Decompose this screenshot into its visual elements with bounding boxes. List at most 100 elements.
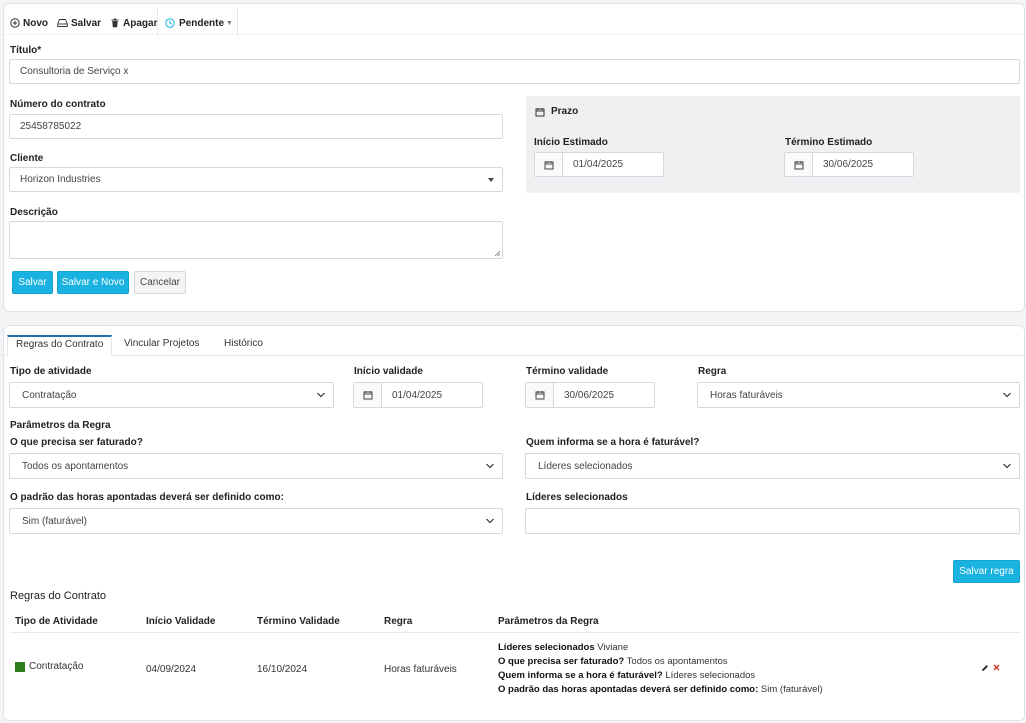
param-label: Quem informa se a hora é faturável? (498, 670, 663, 681)
table-header-divider (10, 632, 1020, 633)
activity-color-swatch (15, 661, 25, 672)
chevron-down-icon (486, 518, 494, 524)
who-informs-label: Quem informa se a hora é faturável? (526, 437, 700, 448)
col-header-params: Parâmetros da Regra (498, 616, 599, 627)
save-button[interactable]: Salvar (12, 271, 53, 294)
contract-form-card: Novo Salvar Apagar Pendente ▼ Título* Co… (3, 3, 1025, 312)
param-label: Líderes selecionados (498, 642, 595, 653)
edit-pencil-icon[interactable] (981, 664, 989, 672)
selected-leaders-input[interactable] (525, 508, 1020, 534)
caret-down-icon (488, 177, 494, 182)
what-billed-value: Todos os apontamentos (22, 460, 129, 472)
resize-handle-icon[interactable] (494, 250, 500, 256)
save-rule-button[interactable]: Salvar regra (953, 560, 1020, 583)
selected-leaders-label: Líderes selecionados (526, 492, 628, 503)
tab-history[interactable]: Histórico (224, 338, 263, 359)
chevron-down-icon (1003, 392, 1011, 398)
default-hours-select[interactable]: Sim (faturável) (9, 508, 503, 534)
title-input[interactable]: Consultoria de Serviço x (9, 59, 1020, 84)
col-header-start: Início Validade (146, 616, 216, 627)
tab-link-projects[interactable]: Vincular Projetos (124, 338, 199, 359)
validity-start-value: 01/04/2025 (392, 389, 443, 401)
activity-type-value: Contratação (22, 389, 77, 401)
contract-number-label: Número do contrato (10, 99, 106, 110)
calendar-icon[interactable] (785, 153, 813, 176)
rule-value: Horas faturáveis (710, 389, 783, 401)
who-informs-value: Líderes selecionados (538, 460, 633, 472)
status-label: Pendente (179, 17, 225, 29)
param-line: Líderes selecionados Viviane (498, 642, 628, 653)
param-value: Líderes selecionados (665, 670, 756, 681)
param-label: O padrão das horas apontadas deverá ser … (498, 684, 759, 695)
plus-circle-icon (10, 18, 20, 28)
deadline-title: Prazo (535, 106, 578, 117)
clock-icon (165, 18, 175, 28)
description-textarea[interactable] (9, 221, 503, 259)
chevron-down-icon: ▼ (226, 19, 233, 27)
estimated-start-value: 01/04/2025 (573, 159, 624, 170)
deadline-title-text: Prazo (551, 106, 579, 117)
chevron-down-icon (1003, 463, 1011, 469)
activity-type-select[interactable]: Contratação (9, 382, 334, 408)
estimated-end-value: 30/06/2025 (823, 159, 874, 170)
drive-icon (57, 19, 68, 27)
activity-type-text: Contratação (29, 661, 84, 672)
contract-number-input[interactable]: 25458785022 (9, 114, 503, 139)
who-informs-select[interactable]: Líderes selecionados (525, 453, 1020, 479)
end-cell: 16/10/2024 (257, 664, 308, 675)
deadline-panel: Prazo Início Estimado 01/04/2025 Término… (526, 96, 1020, 193)
toolbar-divider (157, 8, 158, 36)
toolbar: Novo Salvar Apagar (10, 13, 166, 33)
param-value: Todos os apontamentos (626, 656, 728, 667)
estimated-start-input[interactable]: 01/04/2025 (534, 152, 664, 177)
validity-end-label: Término validade (526, 366, 609, 377)
default-hours-label: O padrão das horas apontadas deverá ser … (10, 492, 284, 503)
param-line: Quem informa se a hora é faturável? Líde… (498, 670, 755, 681)
cancel-button[interactable]: Cancelar (134, 271, 186, 294)
delete-x-icon[interactable] (993, 664, 1000, 671)
toolbar-divider-line (4, 34, 1024, 35)
rule-params-title: Parâmetros da Regra (10, 420, 111, 431)
param-line: O que precisa ser faturado? Todos os apo… (498, 656, 728, 667)
calendar-icon (535, 107, 545, 116)
param-line: O padrão das horas apontadas deverá ser … (498, 684, 823, 695)
client-label: Cliente (10, 153, 44, 164)
save-toolbar-button[interactable]: Salvar (57, 18, 101, 29)
chevron-down-icon (486, 463, 494, 469)
contract-rules-card: Regras do Contrato Vincular Projetos His… (3, 325, 1025, 721)
param-label: O que precisa ser faturado? (498, 656, 625, 667)
tab-contract-rules[interactable]: Regras do Contrato (7, 335, 113, 356)
save-and-new-button[interactable]: Salvar e Novo (57, 271, 129, 294)
rule-cell: Horas faturáveis (384, 664, 457, 675)
description-label: Descrição (10, 207, 58, 218)
what-billed-select[interactable]: Todos os apontamentos (9, 453, 503, 479)
activity-type-label: Tipo de atividade (10, 366, 92, 377)
estimated-end-label: Término Estimado (785, 137, 873, 148)
calendar-icon[interactable] (526, 383, 554, 407)
estimated-end-input[interactable]: 30/06/2025 (784, 152, 914, 177)
param-value: Viviane (597, 642, 629, 653)
save-toolbar-label: Salvar (71, 17, 102, 29)
estimated-start-label: Início Estimado (534, 137, 608, 148)
col-header-activity-type: Tipo de Atividade (15, 616, 98, 627)
start-cell: 04/09/2024 (146, 664, 197, 675)
validity-start-input[interactable]: 01/04/2025 (353, 382, 483, 408)
validity-end-input[interactable]: 30/06/2025 (525, 382, 655, 408)
default-hours-value: Sim (faturável) (22, 515, 88, 527)
rule-select[interactable]: Horas faturáveis (697, 382, 1020, 408)
delete-toolbar-button[interactable]: Apagar (110, 18, 157, 29)
new-button-label: Novo (23, 17, 48, 29)
rules-table-title: Regras do Contrato (10, 590, 106, 602)
client-select-value: Horizon Industries (20, 174, 101, 185)
delete-toolbar-label: Apagar (123, 17, 158, 29)
calendar-icon[interactable] (535, 153, 563, 176)
validity-start-label: Início validade (354, 366, 423, 377)
title-label: Título* (10, 45, 42, 56)
client-select[interactable]: Horizon Industries (9, 167, 503, 192)
calendar-icon[interactable] (354, 383, 382, 407)
status-dropdown[interactable]: Pendente ▼ (165, 13, 233, 33)
rule-label: Regra (698, 366, 727, 377)
what-billed-label: O que precisa ser faturado? (10, 437, 143, 448)
new-button[interactable]: Novo (10, 18, 48, 29)
trash-icon (111, 18, 119, 28)
